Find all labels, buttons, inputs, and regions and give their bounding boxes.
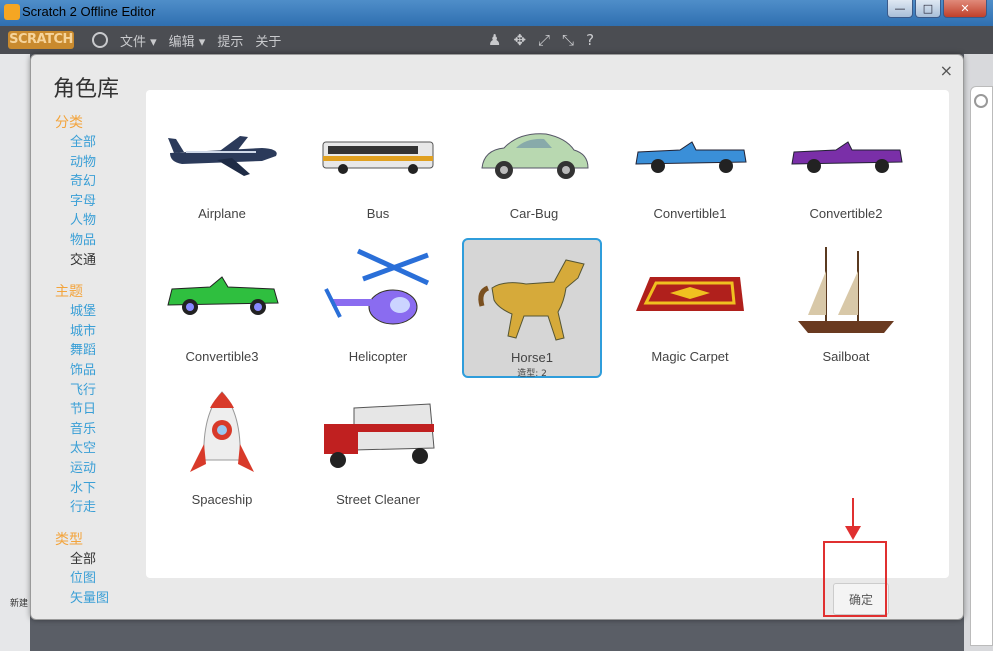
sprite-tile-helicopter[interactable]: Helicopter	[308, 239, 448, 379]
sprite-name: Bus	[366, 206, 390, 221]
cut-tool-icon[interactable]: ✥	[513, 31, 526, 49]
theme-flying[interactable]: 飞行	[55, 381, 145, 401]
category-animals[interactable]: 动物	[55, 153, 145, 173]
category-sidebar: 分类 全部 动物 奇幻 字母 人物 物品 交通 主题 城堡 城市 舞蹈 饰品 飞…	[55, 113, 145, 608]
help-icon[interactable]: ?	[586, 31, 594, 49]
dialog-title: 角色库	[53, 77, 120, 102]
sprite-name: Airplane	[198, 206, 246, 221]
carpet-icon	[636, 277, 744, 311]
section-heading-theme: 主题	[55, 284, 83, 301]
background-scripts-area	[964, 54, 993, 651]
sprite-tile-sailboat[interactable]: Sailboat	[776, 239, 916, 379]
background-tab	[970, 86, 993, 646]
convertible-icon	[635, 141, 747, 173]
duplicate-tool-icon[interactable]: ♟	[488, 31, 501, 49]
grow-tool-icon[interactable]: ⤢	[538, 31, 550, 49]
sprite-tile-street-cleaner[interactable]: Street Cleaner	[308, 382, 448, 522]
menu-about[interactable]: 关于	[255, 31, 281, 50]
theme-walking[interactable]: 行走	[55, 498, 145, 518]
menu-file[interactable]: 文件 ▾	[120, 31, 157, 50]
shrink-tool-icon[interactable]: ⤡	[562, 31, 574, 49]
toolbar: ♟ ✥ ⤢ ⤡ ?	[488, 31, 594, 49]
new-sprite-label: 新建	[10, 599, 29, 609]
maximize-button[interactable]: □	[915, 0, 941, 18]
theme-dance[interactable]: 舞蹈	[55, 341, 145, 361]
scratch-logo[interactable]: SCRATCH	[8, 31, 74, 49]
sprite-name: Convertible1	[653, 206, 727, 221]
annotation-highlight-box	[823, 541, 887, 617]
language-globe-icon[interactable]	[92, 32, 108, 48]
horse-icon	[478, 259, 585, 341]
sprite-name: Convertible2	[809, 206, 883, 221]
costume-count: 造型: 2	[517, 369, 547, 379]
airplane-icon	[168, 136, 277, 176]
helicopter-icon	[324, 248, 430, 325]
type-bitmap[interactable]: 位图	[55, 569, 145, 589]
car-icon	[481, 133, 589, 179]
sprite-tile-airplane[interactable]: Airplane	[152, 96, 292, 236]
sprite-tile-car-bug[interactable]: Car-Bug	[464, 96, 604, 236]
sprite-name: Car-Bug	[509, 206, 559, 221]
sprite-name: Sailboat	[822, 349, 870, 364]
type-all[interactable]: 全部	[55, 550, 145, 570]
sprite-name: Helicopter	[348, 349, 408, 364]
theme-holiday[interactable]: 节日	[55, 400, 145, 420]
street-cleaner-icon	[324, 403, 435, 468]
theme-castle[interactable]: 城堡	[55, 302, 145, 322]
menu-edit[interactable]: 编辑 ▾	[169, 31, 206, 50]
convertible-icon	[167, 276, 279, 315]
sprite-name: Magic Carpet	[651, 349, 729, 364]
annotation-arrow-icon	[845, 526, 861, 540]
sprite-tile-horse1[interactable]: Horse1 造型: 2	[462, 238, 602, 379]
annotation-arrow-line	[852, 498, 854, 528]
background-icon	[974, 94, 988, 108]
background-stage-area	[0, 54, 30, 651]
sailboat-icon	[798, 247, 894, 333]
theme-space[interactable]: 太空	[55, 439, 145, 459]
theme-city[interactable]: 城市	[55, 322, 145, 342]
window-title: Scratch 2 Offline Editor	[22, 4, 156, 19]
close-dialog-icon[interactable]: ×	[940, 61, 953, 80]
sprite-name: Spaceship	[191, 492, 253, 507]
sprite-library-dialog: 角色库 × 分类 全部 动物 奇幻 字母 人物 物品 交通 主题 城堡 城市 舞…	[30, 54, 964, 620]
sprite-tile-magic-carpet[interactable]: Magic Carpet	[620, 239, 760, 379]
category-things[interactable]: 物品	[55, 231, 145, 251]
sprite-tile-convertible3[interactable]: Convertible3	[152, 239, 292, 379]
rocket-icon	[190, 391, 254, 472]
theme-sports[interactable]: 运动	[55, 459, 145, 479]
sprite-tile-spaceship[interactable]: Spaceship	[152, 382, 292, 522]
sprite-name: Horse1	[511, 350, 553, 365]
sprite-name: Street Cleaner	[336, 492, 420, 507]
sprite-grid: Airplane Bus Car-Bug Convertible1 Conver…	[146, 90, 949, 578]
category-people[interactable]: 人物	[55, 211, 145, 231]
window-controls: — □ ✕	[887, 0, 987, 18]
window-titlebar: Scratch 2 Offline Editor — □ ✕	[0, 0, 993, 26]
scratch-app-icon	[4, 4, 20, 20]
bus-icon	[322, 141, 434, 174]
category-letters[interactable]: 字母	[55, 192, 145, 212]
sprite-tile-bus[interactable]: Bus	[308, 96, 448, 236]
minimize-button[interactable]: —	[887, 0, 913, 18]
type-vector[interactable]: 矢量图	[55, 589, 145, 609]
close-window-button[interactable]: ✕	[943, 0, 987, 18]
menubar: SCRATCH 文件 ▾ 编辑 ▾ 提示 关于 ♟ ✥ ⤢ ⤡ ?	[0, 26, 993, 54]
category-all[interactable]: 全部	[55, 133, 145, 153]
category-transportation[interactable]: 交通	[55, 251, 145, 271]
theme-dress-up[interactable]: 饰品	[55, 361, 145, 381]
theme-music[interactable]: 音乐	[55, 420, 145, 440]
menu-tips[interactable]: 提示	[217, 31, 243, 50]
sprite-tile-convertible1[interactable]: Convertible1	[620, 96, 760, 236]
section-heading-category: 分类	[55, 115, 83, 131]
category-fantasy[interactable]: 奇幻	[55, 172, 145, 192]
theme-underwater[interactable]: 水下	[55, 479, 145, 499]
convertible-icon	[791, 141, 903, 173]
section-heading-type: 类型	[55, 531, 83, 548]
sprite-tile-convertible2[interactable]: Convertible2	[776, 96, 916, 236]
sprite-name: Convertible3	[185, 349, 259, 364]
